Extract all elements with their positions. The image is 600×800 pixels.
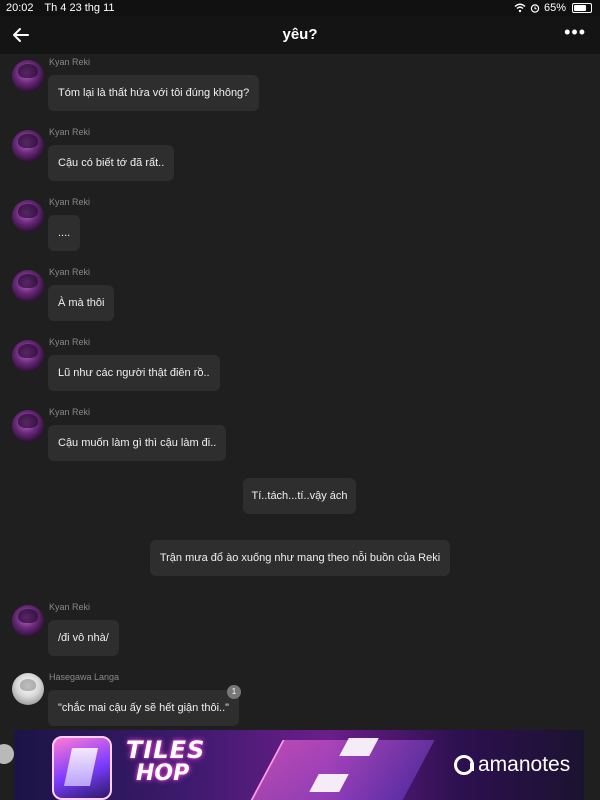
avatar[interactable] [12, 340, 44, 372]
avatar[interactable] [12, 673, 44, 705]
sender-name: Kyan Reki [49, 407, 91, 417]
sender-name: Hasegawa Langa [49, 672, 120, 682]
ad-game-board [245, 740, 435, 800]
message-bubble[interactable]: À mà thôi [48, 285, 115, 321]
status-date: Th 4 23 thg 11 [44, 2, 115, 14]
amanotes-logo-icon [454, 755, 474, 775]
ad-banner[interactable]: TILES HOP amanotes [14, 730, 584, 800]
message-bubble[interactable]: Cậu muốn làm gì thì cậu làm đi.. [48, 425, 227, 461]
battery-percent: 65% [543, 2, 566, 14]
sender-name: Kyan Reki [49, 127, 91, 137]
message-bubble[interactable]: Tóm lại là thất hứa với tôi đúng không? [48, 75, 260, 111]
message-bubble[interactable]: Lũ như các người thật điên rồ.. [48, 355, 220, 391]
reaction-count-badge[interactable]: 1 [227, 685, 241, 699]
status-time: 20:02 [6, 2, 34, 14]
app-icon [52, 736, 112, 800]
message-bubble[interactable]: "chắc mai cậu ấy sẽ hết giận thôi.." [48, 690, 240, 726]
message-bubble[interactable]: Cậu có biết tớ đã rất.. [48, 145, 175, 181]
ad-logo-line1: TILES [126, 736, 206, 764]
ad-game-logo: TILES HOP [126, 738, 236, 786]
status-left: 20:02 Th 4 23 thg 11 [6, 0, 123, 16]
avatar [0, 744, 14, 764]
status-bar: 20:02 Th 4 23 thg 11 65% [0, 0, 600, 16]
ad-logo-line2: HOP [136, 761, 190, 786]
avatar[interactable] [12, 130, 44, 162]
avatar[interactable] [12, 410, 44, 442]
ad-brand-name: amanotes [478, 753, 571, 776]
alarm-icon [530, 4, 540, 13]
battery-icon [572, 3, 592, 13]
avatar[interactable] [12, 270, 44, 302]
message-bubble[interactable]: .... [48, 215, 81, 251]
message-bubble[interactable]: /đi vô nhà/ [48, 620, 119, 656]
avatar[interactable] [12, 605, 44, 637]
avatar[interactable] [12, 60, 44, 92]
wifi-icon [514, 3, 526, 13]
status-right: 65% [514, 0, 592, 16]
sender-name: Kyan Reki [49, 602, 91, 612]
nav-bar: yêu? ••• [0, 16, 600, 54]
avatar[interactable] [12, 200, 44, 232]
chat-title: yêu? [282, 26, 318, 43]
narration-bubble[interactable]: Tí..tách...tí..vậy ách [243, 478, 356, 514]
sender-name: Kyan Reki [49, 57, 91, 67]
ad-brand: amanotes [454, 753, 570, 777]
more-options-icon[interactable]: ••• [564, 22, 586, 43]
narration-bubble[interactable]: Trận mưa đổ ào xuống như mang theo nỗi b… [150, 540, 450, 576]
sender-name: Kyan Reki [49, 337, 91, 347]
battery-level [574, 5, 586, 11]
sender-name: Kyan Reki [49, 267, 91, 277]
sender-name: Kyan Reki [49, 197, 91, 207]
